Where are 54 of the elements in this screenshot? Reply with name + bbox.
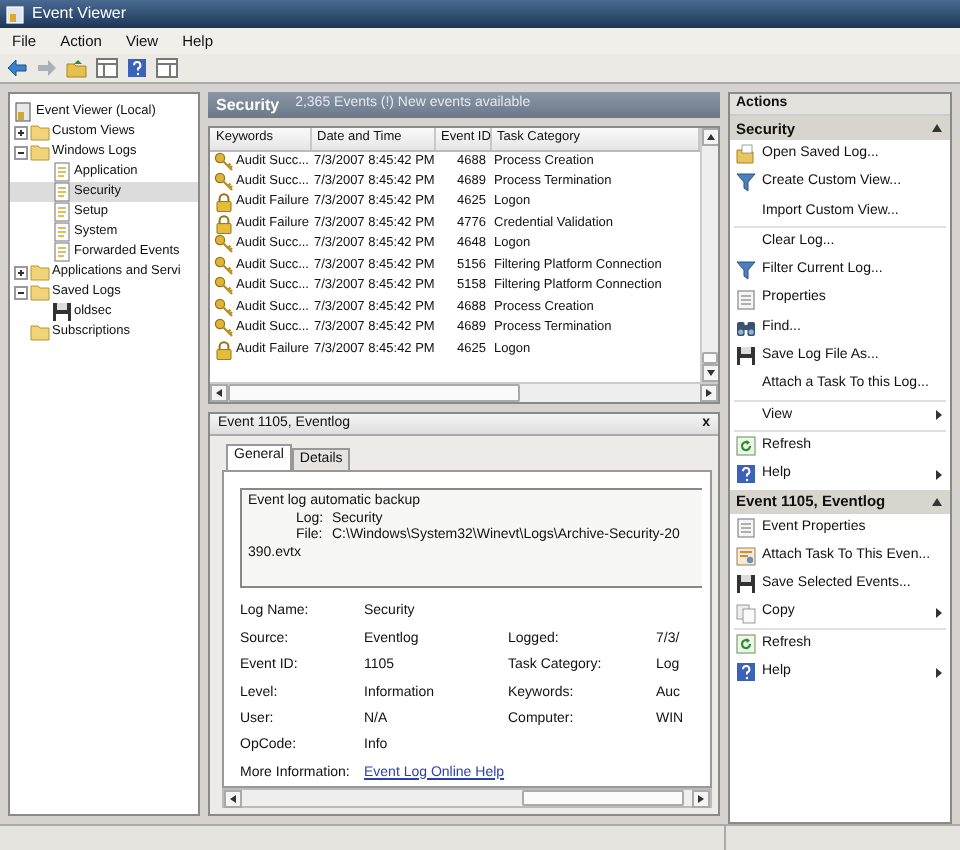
- scroll-down-button[interactable]: [702, 364, 718, 382]
- collapse-icon[interactable]: [14, 145, 28, 159]
- key-icon: [214, 318, 234, 339]
- collapse-icon[interactable]: [932, 124, 942, 132]
- filter-icon: [736, 260, 756, 281]
- log-icon: [52, 242, 72, 262]
- horizontal-scrollbar[interactable]: [222, 788, 712, 808]
- lock-icon: [214, 192, 234, 213]
- key-icon: [214, 151, 234, 171]
- scrollbar-thumb[interactable]: [702, 352, 718, 364]
- collapse-icon[interactable]: [14, 285, 28, 299]
- horizontal-scrollbar[interactable]: [210, 382, 718, 402]
- key-icon: [214, 255, 234, 276]
- panel-icon[interactable]: [96, 58, 118, 78]
- scroll-left-button[interactable]: [224, 790, 242, 808]
- key-icon: [214, 297, 234, 318]
- scroll-left-button[interactable]: [210, 384, 228, 402]
- scroll-right-button[interactable]: [692, 790, 710, 808]
- task-icon: [736, 546, 756, 566]
- log-icon: [52, 162, 72, 182]
- open-folder-icon: [736, 144, 756, 165]
- key-icon: [214, 171, 234, 192]
- copy-icon: [736, 603, 756, 624]
- expand-icon[interactable]: [14, 265, 28, 279]
- key-icon: [214, 276, 234, 297]
- properties-icon: [736, 289, 756, 310]
- folder-icon[interactable]: [66, 58, 88, 78]
- key-icon: [214, 234, 234, 255]
- panel-icon[interactable]: [156, 58, 178, 78]
- log-icon: [52, 202, 72, 222]
- binoculars-icon: [736, 317, 756, 338]
- scrollbar-thumb[interactable]: [228, 384, 521, 402]
- refresh-icon: [736, 436, 756, 457]
- help-icon: [736, 464, 756, 485]
- window-title: Event Viewer: [32, 4, 126, 24]
- refresh-icon: [736, 633, 756, 654]
- vertical-scrollbar[interactable]: [700, 128, 718, 382]
- pane-title: Security: [216, 95, 280, 115]
- scroll-right-button[interactable]: [700, 384, 718, 402]
- properties-icon: [736, 517, 756, 538]
- log-icon: [52, 222, 72, 242]
- collapse-icon[interactable]: [932, 497, 942, 506]
- scrollbar-thumb[interactable]: [521, 790, 683, 806]
- scroll-up-button[interactable]: [702, 128, 718, 146]
- app-icon: [6, 5, 24, 23]
- back-icon[interactable]: [6, 58, 28, 78]
- expand-icon[interactable]: [14, 125, 28, 139]
- filter-icon: [736, 172, 756, 193]
- lock-icon: [214, 213, 234, 234]
- log-icon: [52, 182, 72, 202]
- help-icon[interactable]: [126, 58, 148, 78]
- help-icon: [736, 662, 756, 683]
- lock-icon: [214, 339, 234, 360]
- log-viewer-icon: [14, 102, 34, 122]
